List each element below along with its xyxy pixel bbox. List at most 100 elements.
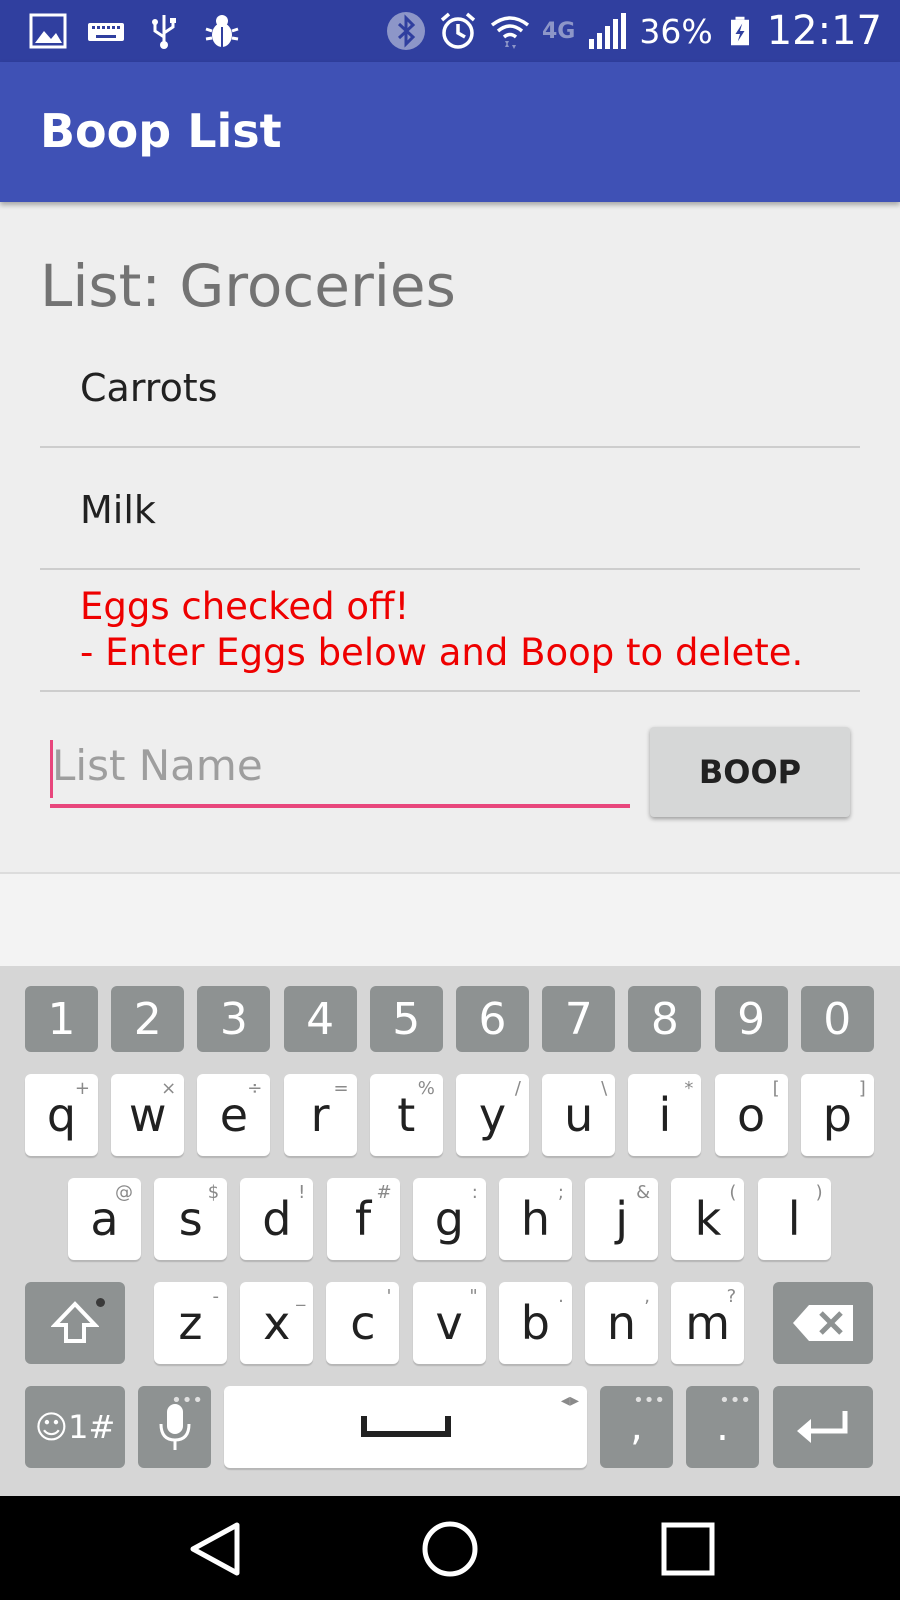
- comma-key[interactable]: ••• ,: [600, 1386, 673, 1468]
- key-t[interactable]: % t: [369, 1074, 443, 1156]
- key-g[interactable]: :g: [412, 1178, 486, 1260]
- key-r[interactable]: = r: [283, 1074, 357, 1156]
- key-label: 4: [306, 993, 335, 1045]
- back-button[interactable]: [180, 1518, 250, 1580]
- key-j[interactable]: & j: [585, 1178, 659, 1260]
- key-alt-char: ;: [557, 1182, 564, 1203]
- key-label: k: [694, 1192, 722, 1246]
- shift-icon: [51, 1301, 99, 1343]
- bug-icon: [205, 15, 239, 47]
- key-alt-char: @: [115, 1182, 133, 1203]
- key-w[interactable]: × w: [111, 1074, 185, 1156]
- period-key[interactable]: ••• .: [686, 1386, 759, 1468]
- app-title: Boop List: [40, 104, 282, 158]
- alarm-icon: [440, 12, 476, 49]
- recents-icon: [661, 1522, 715, 1576]
- key-i[interactable]: * i: [628, 1074, 702, 1156]
- wifi-icon: [490, 16, 530, 49]
- list-item-label: Milk: [80, 488, 156, 532]
- key-label: 0: [823, 993, 852, 1045]
- key-alt-char: (: [729, 1182, 737, 1203]
- key-n[interactable]: ,n: [585, 1282, 658, 1364]
- list-item[interactable]: Milk: [40, 448, 860, 570]
- recents-button[interactable]: [653, 1518, 723, 1580]
- key-k[interactable]: (k: [671, 1178, 745, 1260]
- enter-key[interactable]: [773, 1386, 873, 1468]
- key-q[interactable]: + q: [25, 1074, 98, 1156]
- key-label: 7: [564, 993, 593, 1045]
- list-title: List: Groceries: [40, 252, 456, 320]
- image-icon: [29, 13, 67, 49]
- key-m[interactable]: ? m: [671, 1282, 745, 1364]
- status-left-icons: [28, 8, 242, 54]
- keyboard-suggestion-strip[interactable]: [0, 872, 900, 966]
- key-a[interactable]: @ a: [68, 1178, 141, 1260]
- key-h[interactable]: ; h: [499, 1178, 572, 1260]
- key-2[interactable]: 2: [111, 986, 185, 1052]
- key-label: 6: [478, 993, 507, 1045]
- list-name-input[interactable]: [50, 726, 630, 804]
- checked-off-alert: Eggs checked off! - Enter Eggs below and…: [40, 570, 860, 692]
- key-label: e: [219, 1088, 249, 1142]
- app-bar: Boop List: [0, 62, 900, 202]
- key-9[interactable]: 9: [714, 986, 788, 1052]
- home-button[interactable]: [415, 1518, 485, 1580]
- key-label: 2: [133, 993, 162, 1045]
- key-x[interactable]: _ x: [240, 1282, 314, 1364]
- key-label: 9: [737, 993, 766, 1045]
- status-bar: 4G 36% 12:17: [0, 0, 900, 62]
- key-z[interactable]: -z: [154, 1282, 227, 1364]
- usb-icon: [152, 15, 176, 49]
- list-name-field[interactable]: [50, 726, 630, 808]
- key-4[interactable]: 4: [283, 986, 357, 1052]
- space-key[interactable]: ◂▸: [224, 1386, 587, 1468]
- key-label: l: [787, 1192, 801, 1246]
- clock: 12:17: [766, 8, 882, 54]
- key-v[interactable]: " v: [412, 1282, 486, 1364]
- key-b[interactable]: .b: [498, 1282, 572, 1364]
- symbols-key[interactable]: ☺1#: [25, 1386, 125, 1468]
- key-label: j: [615, 1192, 629, 1246]
- key-alt-char: &: [636, 1182, 651, 1203]
- key-p[interactable]: ] p: [800, 1074, 874, 1156]
- soft-keyboard: 1234567890 + q × w ÷ e = r% t / y \ u * i[o] p @ a $ s! d # f…: [0, 966, 900, 1496]
- key-alt-char: ': [386, 1286, 392, 1307]
- key-0[interactable]: 0: [800, 986, 874, 1052]
- key-3[interactable]: 3: [197, 986, 271, 1052]
- back-icon: [190, 1522, 240, 1576]
- key-7[interactable]: 7: [542, 986, 616, 1052]
- key-o[interactable]: [o: [714, 1074, 788, 1156]
- status-right-icons: 4G 36% 12:17: [386, 8, 882, 54]
- key-alt-char: [: [772, 1078, 780, 1099]
- key-8[interactable]: 8: [628, 986, 702, 1052]
- shift-key[interactable]: [25, 1282, 125, 1364]
- key-f[interactable]: # f: [326, 1178, 400, 1260]
- voice-input-key[interactable]: •••: [138, 1386, 211, 1468]
- key-label: y: [478, 1088, 507, 1142]
- key-alt-char: %: [417, 1078, 435, 1099]
- key-d[interactable]: ! d: [240, 1178, 314, 1260]
- key-y[interactable]: / y: [456, 1074, 529, 1156]
- key-5[interactable]: 5: [369, 986, 443, 1052]
- key-1[interactable]: 1: [25, 986, 98, 1052]
- key-6[interactable]: 6: [456, 986, 529, 1052]
- key-c[interactable]: ' c: [326, 1282, 400, 1364]
- boop-button[interactable]: BOOP: [650, 727, 850, 817]
- alert-line-2: - Enter Eggs below and Boop to delete.: [80, 631, 804, 674]
- key-u[interactable]: \ u: [542, 1074, 616, 1156]
- key-label: x: [263, 1296, 291, 1350]
- key-alt-char: ]: [858, 1078, 866, 1099]
- key-label: d: [262, 1192, 292, 1246]
- key-alt-char: +: [74, 1078, 90, 1099]
- key-label: r: [310, 1088, 330, 1142]
- key-e[interactable]: ÷ e: [197, 1074, 271, 1156]
- shift-dot: [96, 1298, 105, 1307]
- key-label: c: [350, 1296, 376, 1350]
- enter-icon: [797, 1411, 848, 1443]
- backspace-key[interactable]: [773, 1282, 873, 1364]
- key-label: b: [520, 1296, 550, 1350]
- key-l[interactable]: ) l: [757, 1178, 831, 1260]
- key-s[interactable]: $ s: [154, 1178, 228, 1260]
- list-item[interactable]: Carrots: [40, 326, 860, 448]
- key-alt-char: =: [333, 1078, 349, 1099]
